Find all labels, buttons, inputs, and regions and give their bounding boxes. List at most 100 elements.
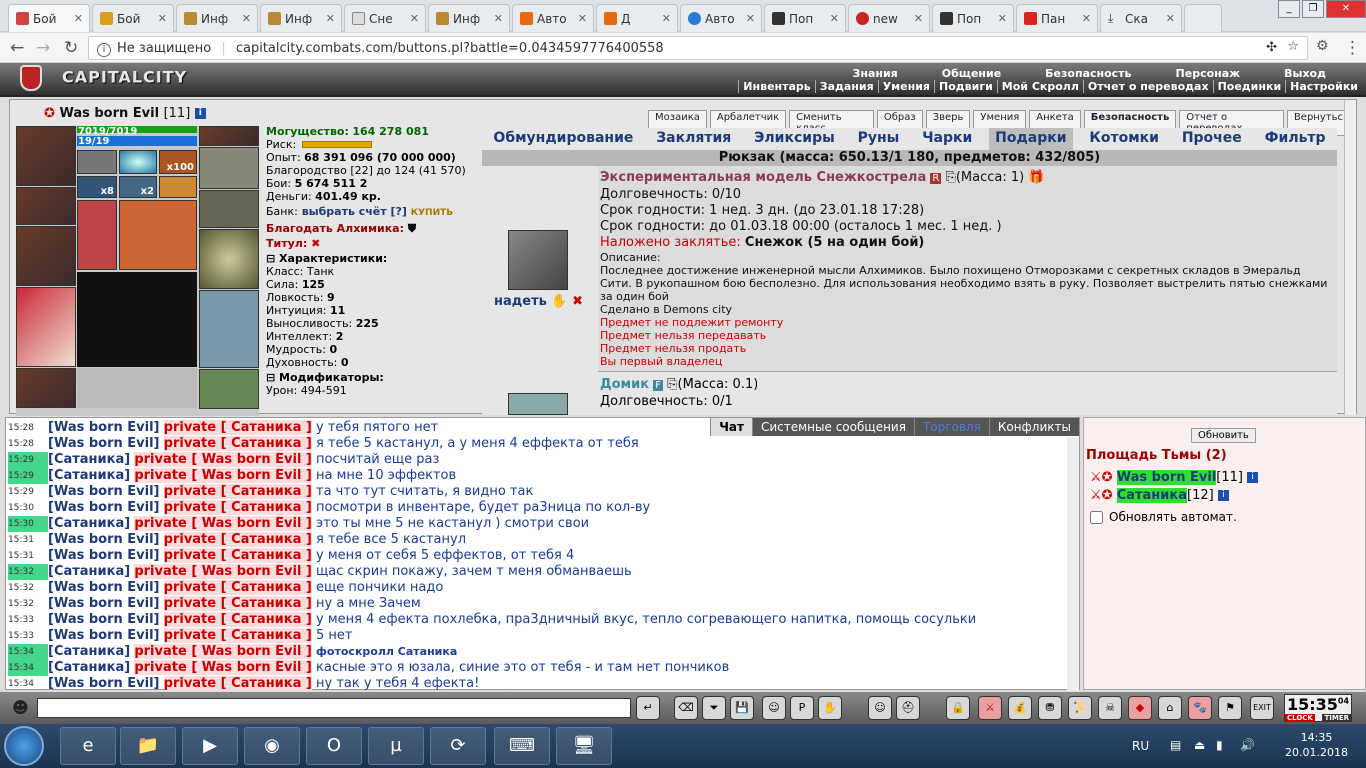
close-tab-icon[interactable]: ✕ <box>242 12 251 25</box>
browser-tab[interactable]: Авто ✕ <box>680 4 762 32</box>
info-icon[interactable]: i <box>1217 490 1229 501</box>
submenu-my-scroll[interactable]: Мой Скролл <box>996 80 1083 93</box>
message-sender[interactable]: [Was born Evil] <box>48 532 160 547</box>
message-sender[interactable]: [Was born Evil] <box>48 436 160 451</box>
quick-slot[interactable] <box>77 150 117 174</box>
close-tab-icon[interactable]: ✕ <box>158 12 167 25</box>
extension-icon[interactable]: ✣ <box>1266 40 1277 55</box>
opera-icon[interactable]: O <box>306 727 362 765</box>
emoticon-icon[interactable]: ☺ <box>868 696 892 720</box>
message-sender[interactable]: [Was born Evil] <box>48 676 160 691</box>
message-private-target[interactable]: private [ Was born Evil ] <box>134 564 312 579</box>
browser-tab[interactable]: Инф ✕ <box>260 4 342 32</box>
smiley-icon[interactable]: ☻ <box>12 698 29 717</box>
usb-icon[interactable]: ⏏ <box>1194 738 1205 752</box>
message-sender[interactable]: [Was born Evil] <box>48 628 160 643</box>
menu-security[interactable]: Безопасность <box>1023 67 1153 80</box>
player-row[interactable]: ⚔✪ Сатаника[12] i <box>1090 488 1229 503</box>
message-sender[interactable]: [Was born Evil] <box>48 612 160 627</box>
gloves-slot[interactable] <box>199 190 259 228</box>
close-tab-icon[interactable]: ✕ <box>326 12 335 25</box>
message-sender[interactable]: [Was born Evil] <box>48 484 160 499</box>
message-private-target[interactable]: private [ Сатаника ] <box>163 676 312 691</box>
submenu-quests[interactable]: Задания <box>814 80 878 93</box>
buy-link[interactable]: КУПИТЬ <box>411 208 453 218</box>
info-icon[interactable]: i <box>1247 472 1259 483</box>
copy-icon[interactable]: ⎘ <box>667 377 677 392</box>
delete-icon[interactable]: ✖ <box>572 294 583 309</box>
new-tab-button[interactable] <box>1184 4 1222 32</box>
inventory-scrollbar[interactable] <box>1344 100 1356 415</box>
message-private-target[interactable]: private [ Сатаника ] <box>163 628 312 643</box>
message-sender[interactable]: [Сатаника] <box>48 468 130 483</box>
tab-system-messages[interactable]: Системные сообщения <box>751 418 914 436</box>
eraser-icon[interactable]: ⌫ <box>674 696 698 720</box>
tab-gifts[interactable]: Подарки <box>989 128 1073 150</box>
bookmark-star-icon[interactable]: ☆ <box>1287 39 1299 54</box>
chest-icon[interactable]: ⛃ <box>1038 696 1062 720</box>
message-sender[interactable]: [Was born Evil] <box>48 596 160 611</box>
quick-slot[interactable] <box>159 176 197 198</box>
copy-icon[interactable]: ⎘ <box>945 170 955 185</box>
maximize-icon[interactable]: ❐ <box>1302 0 1324 18</box>
message-private-target[interactable]: private [ Was born Evil ] <box>134 452 312 467</box>
browser-tab[interactable]: Поп ✕ <box>932 4 1014 32</box>
browser-tab[interactable]: Пан ✕ <box>1016 4 1098 32</box>
message-private-target[interactable]: private [ Сатаника ] <box>163 420 312 435</box>
quick-slot[interactable]: x8 <box>77 176 117 198</box>
remove-title-icon[interactable]: ✖ <box>311 237 320 250</box>
menu-knowledge[interactable]: Знания <box>831 67 920 80</box>
close-tab-icon[interactable]: ✕ <box>74 12 83 25</box>
tab-filter[interactable]: Фильтр <box>1259 128 1332 150</box>
message-private-target[interactable]: private [ Сатаника ] <box>163 580 312 595</box>
message-private-target[interactable]: private [ Сатаника ] <box>163 436 312 451</box>
quick-slot[interactable] <box>119 150 157 174</box>
info-icon[interactable]: i <box>97 43 111 57</box>
browser-tab[interactable]: Авто ✕ <box>512 4 594 32</box>
message-sender[interactable]: [Was born Evil] <box>48 580 160 595</box>
menu-character[interactable]: Персонаж <box>1154 67 1263 80</box>
close-tab-icon[interactable]: ✕ <box>1082 12 1091 25</box>
media-player-icon[interactable]: ▶ <box>182 727 238 765</box>
close-window-icon[interactable]: ✕ <box>1326 0 1366 18</box>
close-tab-icon[interactable]: ✕ <box>746 12 755 25</box>
modifiers-header[interactable]: ⊟ Модификаторы: <box>266 371 478 384</box>
tab-trade[interactable]: Торговля <box>913 418 989 436</box>
armor-slot[interactable] <box>16 287 76 367</box>
message-sender[interactable]: [Сатаника] <box>48 516 130 531</box>
close-tab-icon[interactable]: ✕ <box>998 12 1007 25</box>
close-tab-icon[interactable]: ✕ <box>494 12 503 25</box>
utorrent-icon[interactable]: µ <box>368 727 424 765</box>
message-private-target[interactable]: private [ Сатаника ] <box>163 596 312 611</box>
submenu-settings[interactable]: Настройки <box>1285 80 1362 93</box>
browser-tab[interactable]: Д ✕ <box>596 4 678 32</box>
legs-slot[interactable] <box>199 290 259 368</box>
tab-bags[interactable]: Котомки <box>1083 128 1165 150</box>
message-private-target[interactable]: private [ Сатаника ] <box>163 532 312 547</box>
close-tab-icon[interactable]: ✕ <box>1166 12 1175 25</box>
message-private-target[interactable]: private [ Сатаника ] <box>163 612 312 627</box>
menu-exit[interactable]: Выход <box>1262 67 1348 80</box>
browser-tab[interactable]: Бой ✕ <box>8 4 90 32</box>
tab-chat[interactable]: Чат <box>710 418 752 436</box>
tab-elixirs[interactable]: Эликсиры <box>748 128 841 150</box>
message-private-target[interactable]: private [ Was born Evil ] <box>134 516 312 531</box>
submenu-transfers[interactable]: Отчет о переводах <box>1082 80 1213 93</box>
minimize-icon[interactable]: _ <box>1278 0 1300 18</box>
hand-icon[interactable]: ✋ <box>818 696 842 720</box>
browser-tab[interactable]: new ✕ <box>848 4 930 32</box>
message-sender[interactable]: [Was born Evil] <box>48 548 160 563</box>
browser-tab[interactable]: Инф ✕ <box>428 4 510 32</box>
player-row[interactable]: ⚔✪ Was born Evil[11] i <box>1090 470 1259 485</box>
volume-icon[interactable]: 🔊 <box>1240 738 1255 752</box>
clock[interactable]: 14:35 20.01.2018 <box>1285 730 1348 760</box>
quick-slot[interactable] <box>119 200 197 270</box>
helmet-icon[interactable]: ⛑ <box>896 696 920 720</box>
browser-tab[interactable]: Сне ✕ <box>344 4 426 32</box>
browser-tab[interactable]: Бой ✕ <box>92 4 174 32</box>
language-indicator[interactable]: RU <box>1132 739 1149 753</box>
item-name[interactable]: Домик <box>600 377 649 392</box>
characteristics-header[interactable]: ⊟ Характеристики: <box>266 252 478 265</box>
quick-slot[interactable]: x2 <box>119 176 157 198</box>
chrome-icon[interactable]: ◉ <box>244 727 300 765</box>
